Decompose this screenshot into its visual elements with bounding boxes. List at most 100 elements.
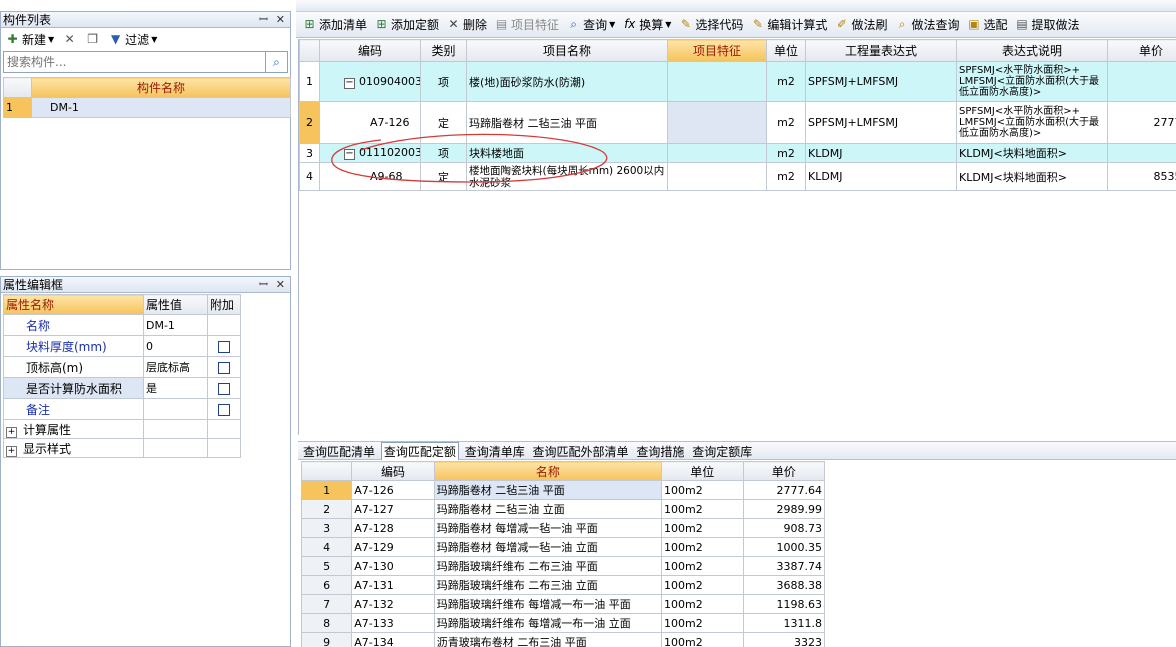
property-group-label: 计算属性 <box>23 422 72 437</box>
feature-cell[interactable] <box>667 143 767 163</box>
property-panel: 属性编辑框 ꟷ ✕ 属性名称 属性值 附加 名称 DM-1 块料厚度(mm) 0… <box>0 276 291 647</box>
select-code-button[interactable]: ✎ 选择代码 <box>678 16 744 33</box>
quota-code-cell: A7-132 <box>351 594 435 614</box>
edit-formula-button[interactable]: ✎ 编辑计算式 <box>750 16 828 33</box>
delete-icon: ✕ <box>448 17 459 31</box>
table-row[interactable]: 1 A7-126 玛蹄脂卷材 二毡三油 平面 100m2 2777.64 <box>300 480 825 500</box>
property-group-row[interactable]: + 计算属性 <box>3 419 241 439</box>
property-group-row[interactable]: + 显示样式 <box>3 438 241 458</box>
row-number: 2 <box>300 499 353 519</box>
feature-cell[interactable] <box>667 162 767 191</box>
attach-checkbox[interactable] <box>218 382 230 395</box>
grid-corner <box>299 39 320 62</box>
match-button[interactable]: ▣ 选配 <box>966 16 1007 33</box>
component-search-input[interactable] <box>3 51 267 73</box>
quota-name-header: 名称 <box>433 461 663 481</box>
property-value[interactable] <box>143 398 208 420</box>
type-cell: 项 <box>420 61 467 102</box>
expr-cell[interactable]: KLDMJ <box>805 143 957 163</box>
table-row[interactable]: 9 A7-134 沥青玻璃布卷材 二布三油 平面 100m2 3323 <box>300 632 825 647</box>
filter-button[interactable]: ▼ 过滤 ▼ <box>108 31 157 48</box>
table-row[interactable]: 6 A7-131 玛蹄脂玻璃纤维布 二布三油 立面 100m2 3688.38 <box>300 575 825 595</box>
pin-icon[interactable]: ꟷ <box>259 12 268 28</box>
copy-icon[interactable]: ❐ <box>85 32 100 47</box>
expr-cell[interactable]: KLDMJ <box>805 162 957 191</box>
extract-method-button[interactable]: ▤ 提取做法 <box>1014 16 1079 33</box>
tab-list-library[interactable]: 查询清单库 <box>463 443 527 461</box>
quota-unit-cell: 100m2 <box>661 594 744 614</box>
filter-icon: ▼ <box>111 31 121 46</box>
code-cell[interactable]: 010904003 <box>359 75 420 88</box>
table-row[interactable]: 8 A7-133 玛蹄脂玻璃纤维布 每增减一布一油 立面 100m2 1311.… <box>300 613 825 633</box>
desc-cell: KLDMJ<块料地面积> <box>956 143 1108 163</box>
price-cell <box>1107 61 1176 102</box>
row-number: 4 <box>299 162 320 191</box>
chevron-down-icon: ▼ <box>609 20 616 29</box>
close-icon[interactable]: ✕ <box>276 277 285 293</box>
name-cell[interactable]: 楼(地)面砂浆防水(防潮) <box>466 61 668 102</box>
collapse-icon[interactable]: − <box>344 77 355 89</box>
expand-icon[interactable]: + <box>6 445 17 457</box>
quota-name-cell: 玛蹄脂卷材 每增减一毡一油 平面 <box>433 518 663 538</box>
table-row[interactable]: 1 DM-1 <box>3 97 291 118</box>
row-number: 6 <box>300 575 353 595</box>
item-feature-button[interactable]: ▤ 项目特征 <box>494 16 559 33</box>
tab-match-quota[interactable]: 查询匹配定额 <box>380 442 459 460</box>
pin-icon[interactable]: ꟷ <box>259 277 268 293</box>
delete-label: 删除 <box>463 18 488 32</box>
property-value[interactable]: 层底标高 <box>143 356 208 378</box>
tab-quota-library[interactable]: 查询定额库 <box>690 443 754 461</box>
property-value[interactable]: 0 <box>143 335 208 357</box>
component-name-header: 构件名称 <box>31 77 291 98</box>
property-row[interactable]: 是否计算防水面积 是 <box>3 377 241 399</box>
add-quota-button[interactable]: ⊞ 添加定额 <box>374 16 439 33</box>
property-row[interactable]: 块料厚度(mm) 0 <box>3 335 241 357</box>
tab-measures[interactable]: 查询措施 <box>634 443 686 461</box>
col-type-header: 类别 <box>420 39 467 62</box>
tab-match-external-list[interactable]: 查询匹配外部清单 <box>531 443 631 461</box>
property-value[interactable]: DM-1 <box>143 314 208 336</box>
quota-code-cell: A7-134 <box>351 632 435 647</box>
property-row[interactable]: 顶标高(m) 层底标高 <box>3 356 241 378</box>
property-extra-header: 附加 <box>207 294 241 315</box>
convert-button[interactable]: fx 换算 ▼ <box>622 16 671 33</box>
quota-name-cell: 沥青玻璃布卷材 二布三油 平面 <box>433 632 663 647</box>
quota-unit-cell: 100m2 <box>661 518 744 538</box>
property-row[interactable]: 备注 <box>3 398 241 420</box>
table-row[interactable]: 4 A7-129 玛蹄脂卷材 每增减一毡一油 立面 100m2 1000.35 <box>300 537 825 557</box>
query-button[interactable]: ⌕ 查询 ▼ <box>566 16 615 33</box>
search-icon[interactable]: ⌕ <box>266 51 288 73</box>
property-row[interactable]: 名称 DM-1 <box>3 314 241 336</box>
delete-icon[interactable]: ✕ <box>62 32 77 47</box>
table-row[interactable]: 5 A7-130 玛蹄脂玻璃纤维布 二布三油 平面 100m2 3387.74 <box>300 556 825 576</box>
unit-cell: m2 <box>766 61 806 102</box>
new-button[interactable]: ✚ 新建 ▼ <box>5 31 54 48</box>
tab-match-list[interactable]: 查询匹配清单 <box>301 443 377 461</box>
attach-checkbox[interactable] <box>218 361 230 374</box>
component-name-cell[interactable]: DM-1 <box>31 97 291 118</box>
attach-checkbox[interactable] <box>218 403 230 416</box>
expr-cell[interactable]: SPFSMJ+LMFSMJ <box>805 61 957 102</box>
table-row[interactable]: 1 −010904003 项 楼(地)面砂浆防水(防潮) m2 SPFSMJ+L… <box>299 61 1176 102</box>
expr-cell[interactable]: SPFSMJ+LMFSMJ <box>805 101 957 144</box>
quota-unit-cell: 100m2 <box>661 556 744 576</box>
add-quota-icon: ⊞ <box>376 17 387 31</box>
table-row[interactable]: 7 A7-132 玛蹄脂玻璃纤维布 每增减一布一油 平面 100m2 1198.… <box>300 594 825 614</box>
close-icon[interactable]: ✕ <box>276 12 285 28</box>
edit-formula-icon: ✎ <box>752 17 763 31</box>
feature-cell[interactable] <box>667 61 767 102</box>
method-brush-button[interactable]: ✐ 做法刷 <box>834 16 888 33</box>
component-search-bar: ⌕ <box>1 50 290 74</box>
add-list-button[interactable]: ⊞ 添加清单 <box>302 16 367 33</box>
attach-checkbox[interactable] <box>218 340 230 353</box>
quota-name-cell: 玛蹄脂卷材 每增减一毡一油 立面 <box>433 537 663 557</box>
quota-price-cell: 1000.35 <box>742 537 825 557</box>
feature-cell[interactable] <box>667 101 767 144</box>
property-value[interactable]: 是 <box>143 377 208 399</box>
query-label: 查询 <box>583 18 608 32</box>
delete-button[interactable]: ✕ 删除 <box>446 16 488 33</box>
expand-icon[interactable]: + <box>6 426 17 438</box>
method-query-button[interactable]: ⌕ 做法查询 <box>894 16 960 33</box>
table-row[interactable]: 2 A7-127 玛蹄脂卷材 二毡三油 立面 100m2 2989.99 <box>300 499 825 519</box>
table-row[interactable]: 3 A7-128 玛蹄脂卷材 每增减一毡一油 平面 100m2 908.73 <box>300 518 825 538</box>
